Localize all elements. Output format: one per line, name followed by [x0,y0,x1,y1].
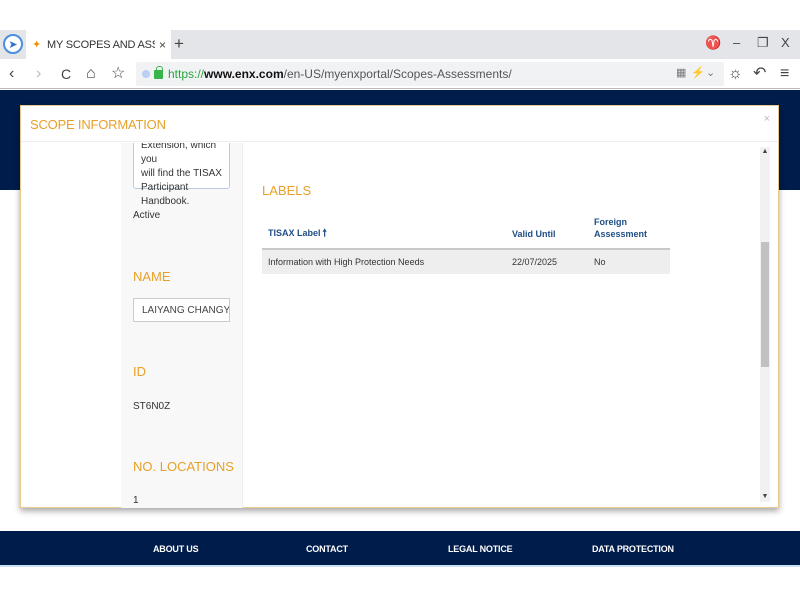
locations-value: 1 [133,495,139,506]
info-note: Extension, which you will find the TISAX… [133,143,230,207]
scope-information-modal: SCOPE INFORMATION × Extension, which you… [20,105,779,508]
table-row: Information with High Protection Needs 2… [262,249,670,274]
menu-icon[interactable]: ≡ [780,64,789,84]
restore-button[interactable]: ❐ [757,35,769,51]
scrollbar-thumb[interactable] [761,242,769,367]
tab-title: MY SCOPES AND ASSESSMENTS [47,38,155,51]
column-header-tisax-label[interactable]: TISAX Label 🠕 [262,216,506,250]
status-value: Active [133,210,161,221]
address-bar[interactable]: https://www.enx.com/en-US/myenxportal/Sc… [136,62,724,86]
cell-foreign-assessment: No [588,249,670,274]
home-button[interactable]: ⌂ [86,64,96,84]
note-line: Participant Handbook. [141,182,190,207]
table-header-row: TISAX Label 🠕 Valid Until Foreign Assessm… [262,216,670,250]
forward-button[interactable]: › [36,64,41,84]
cell-valid-until: 22/07/2025 [506,249,588,274]
column-header-foreign-assessment[interactable]: Foreign Assessment [588,216,670,250]
back-button[interactable]: ‹ [9,64,14,84]
qr-code-icon[interactable]: ▦ [676,66,686,79]
sort-ascending-icon[interactable]: 🠕 [323,228,327,239]
url-path: /en-US/myenxportal/Scopes-Assessments/ [283,67,512,81]
brightness-icon[interactable]: ☼ [728,64,743,84]
name-field[interactable] [133,298,230,322]
id-value: ST6N0Z [133,401,171,412]
skin-icon[interactable]: ♈ [705,35,721,51]
browser-logo-icon[interactable]: ➤ [3,34,23,54]
scroll-up-arrow-icon[interactable]: ▲ [760,147,770,157]
modal-header: SCOPE INFORMATION × [21,106,778,142]
url-host: www.enx.com [204,67,284,81]
note-line: will find the TISAX [141,168,222,179]
name-label: NAME [133,269,171,284]
browser-tab-active[interactable]: ✦ MY SCOPES AND ASSESSMENTS × [26,30,171,59]
id-label: ID [133,364,146,379]
footer-link-contact[interactable]: CONTACT [306,544,348,554]
address-dropdown-icon[interactable]: ⌄ [706,66,715,79]
page-footer: ABOUT US CONTACT LEGAL NOTICE DATA PROTE… [0,531,800,567]
labels-section-title: LABELS [262,183,312,198]
bookmark-star-button[interactable]: ☆ [111,64,125,84]
bolt-icon[interactable]: ⚡ [691,66,705,79]
site-info-icon[interactable] [142,70,150,78]
reload-button[interactable]: C [61,64,71,84]
column-header-valid-until[interactable]: Valid Until [506,216,588,250]
locations-label: NO. LOCATIONS [133,459,234,474]
lock-icon [154,65,163,79]
minimize-button[interactable]: – [733,35,740,50]
modal-close-icon[interactable]: × [764,113,770,125]
column-header-text: TISAX Label [268,228,321,238]
modal-scrollbar[interactable]: ▲ ▼ [760,147,770,502]
footer-link-legal-notice[interactable]: LEGAL NOTICE [448,544,513,554]
cell-tisax-label: Information with High Protection Needs [262,249,506,274]
undo-icon[interactable]: ↶ [753,64,766,84]
site-favicon-icon: ✦ [32,38,42,51]
url-text[interactable]: https://www.enx.com/en-US/myenxportal/Sc… [168,67,512,81]
note-line: Extension, which you [141,143,217,165]
url-scheme: https:// [168,67,205,81]
labels-table: TISAX Label 🠕 Valid Until Foreign Assessm… [262,216,670,274]
scope-details-panel: Extension, which you will find the TISAX… [121,143,243,508]
new-tab-button[interactable]: + [174,34,184,54]
window-close-button[interactable]: X [781,35,790,50]
screen-top-margin [0,0,800,30]
modal-title: SCOPE INFORMATION [30,117,166,132]
footer-link-data-protection[interactable]: DATA PROTECTION [592,544,674,554]
scroll-down-arrow-icon[interactable]: ▼ [760,492,770,502]
tab-close-icon[interactable]: × [159,38,166,52]
footer-link-about-us[interactable]: ABOUT US [153,544,199,554]
